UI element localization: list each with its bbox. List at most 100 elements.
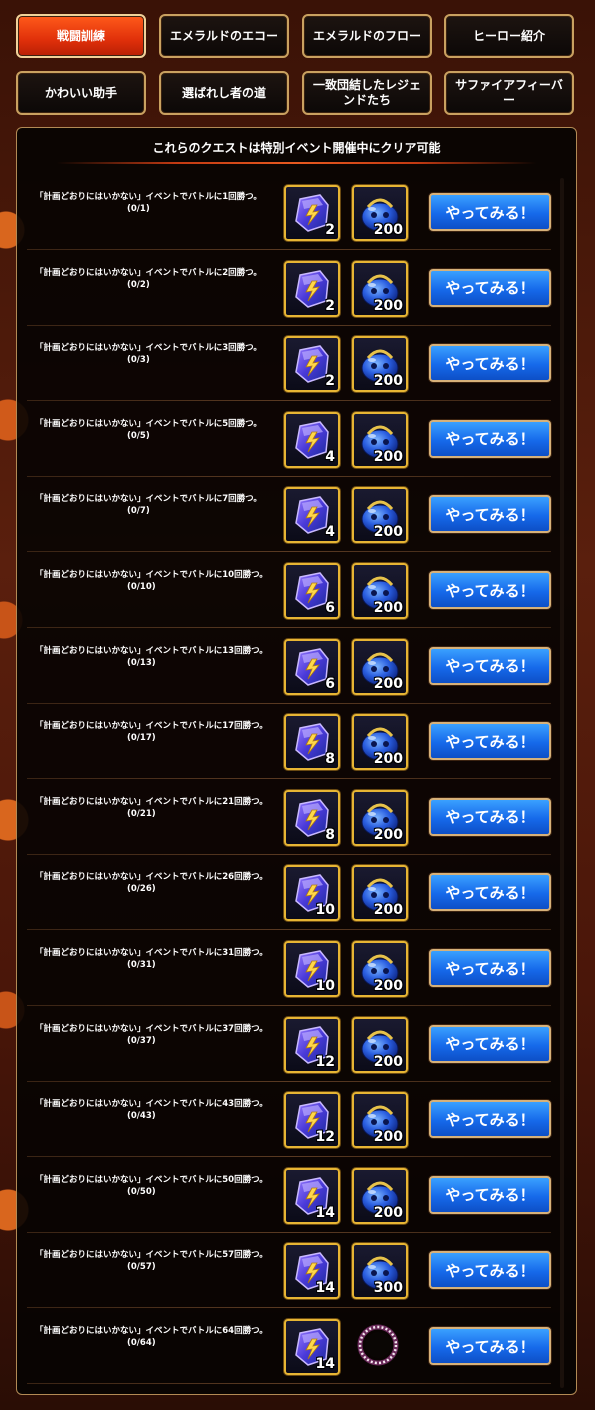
reward-slot-2[interactable]: 200 — [352, 865, 408, 922]
quest-row: 「計画どおりにはいかない」イベントでバトルに37回勝つ。 (0/37) 12 200 や… — [27, 1007, 551, 1082]
reward-quantity: 2 — [325, 222, 335, 238]
reward-slot-2[interactable]: 200 — [352, 411, 408, 468]
reward-slot-2[interactable]: 200 — [352, 487, 408, 544]
reward-quantity: 14 — [315, 1204, 335, 1221]
reward-slot-2[interactable]: 300 — [352, 1243, 408, 1300]
quest-row: 「計画どおりにはいかない」イベントでバトルに2回勝つ。 (0/2) 2 200 やってみ… — [27, 251, 551, 326]
quest-description: 「計画どおりにはいかない」イベントでバトルに2回勝つ。 (0/2) — [35, 267, 275, 291]
reward-slot-1[interactable]: 14 — [284, 1319, 340, 1375]
notice-divider — [57, 162, 536, 164]
tab-cute-assistant[interactable]: かわいい助手 — [16, 71, 146, 115]
scrollbar[interactable] — [560, 178, 564, 1388]
quest-progress: (0/17) — [127, 733, 156, 744]
reward-slot-2[interactable]: 200 — [352, 789, 408, 846]
try-it-button[interactable]: やってみる！ — [429, 571, 551, 609]
try-it-button[interactable]: やってみる！ — [429, 419, 551, 458]
quest-row: 「計画どおりにはいかない」イベントでバトルに5回勝つ。 (0/5) 4 200 やってみ… — [27, 402, 551, 477]
reward-slot-2[interactable]: 200 — [352, 563, 408, 619]
try-it-button[interactable]: やってみる！ — [429, 1251, 551, 1290]
reward-slot-1[interactable]: 8 — [284, 789, 340, 846]
quest-text: 「計画どおりにはいかない」イベントでバトルに50回勝つ。 — [35, 1174, 268, 1185]
quest-row: 「計画どおりにはいかない」イベントでバトルに50回勝つ。 (0/50) 14 200 や… — [27, 1158, 551, 1233]
tab-emerald-echo[interactable]: エメラルドのエコー — [159, 14, 289, 58]
try-it-button[interactable]: やってみる！ — [429, 1100, 551, 1139]
reward-quantity: 200 — [373, 524, 403, 541]
quest-row: 「計画どおりにはいかない」イベントでバトルに13回勝つ。 (0/13) 6 200 やっ… — [27, 629, 551, 704]
reward-slot-2[interactable]: 200 — [352, 638, 408, 695]
reward-slot-1[interactable]: 12 — [284, 1092, 340, 1149]
try-it-button[interactable]: やってみる！ — [429, 495, 551, 534]
quest-progress: (0/10) — [127, 582, 156, 592]
quest-row: 「計画どおりにはいかない」イベントでバトルに31回勝つ。 (0/31) 10 200 や… — [27, 931, 551, 1006]
try-it-button[interactable]: やってみる！ — [429, 873, 551, 912]
reward-quantity: 200 — [373, 902, 403, 919]
try-it-button[interactable]: やってみる！ — [429, 797, 551, 836]
quest-description: 「計画どおりにはいかない」イベントでバトルに5回勝つ。 (0/5) — [35, 418, 275, 442]
try-it-button[interactable]: やってみる！ — [429, 268, 551, 307]
reward-slot-1[interactable]: 6 — [284, 638, 340, 695]
quest-description: 「計画どおりにはいかない」イベントでバトルに17回勝つ。 (0/17) — [35, 720, 275, 744]
quest-description: 「計画どおりにはいかない」イベントでバトルに64回勝つ。 (0/64) — [35, 1325, 275, 1349]
try-it-button[interactable]: やってみる！ — [429, 646, 551, 685]
try-it-button[interactable]: やってみる！ — [429, 722, 551, 761]
reward-quantity: 14 — [315, 1280, 335, 1297]
quest-row: 「計画どおりにはいかない」イベントでバトルに26回勝つ。 (0/26) 10 200 や… — [27, 855, 551, 931]
reward-quantity: 6 — [325, 675, 335, 692]
reward-slot-2[interactable]: 200 — [352, 1016, 408, 1073]
reward-slot-1[interactable]: 2 — [284, 260, 340, 317]
reward-slot-1[interactable]: 2 — [284, 185, 340, 241]
quest-row: 「計画どおりにはいかない」イベントでバトルに17回勝つ。 (0/17) 8 200 やっ… — [27, 704, 551, 780]
reward-slot-1[interactable]: 8 — [284, 714, 340, 771]
quest-progress: (0/3) — [127, 355, 150, 366]
quest-progress: (0/21) — [127, 808, 156, 819]
tab-hero-intro[interactable]: ヒーロー紹介 — [444, 14, 574, 58]
event-notice: これらのクエストは特別イベント開催中にクリア可能 — [152, 141, 441, 155]
try-it-button[interactable]: やってみる！ — [429, 1327, 551, 1365]
quest-text: 「計画どおりにはいかない」イベントでバトルに13回勝つ。 — [35, 645, 268, 656]
quest-text: 「計画どおりにはいかない」イベントでバトルに43回勝つ。 — [35, 1099, 268, 1110]
reward-slot-2[interactable]: 200 — [352, 260, 408, 317]
reward-slot-2[interactable] — [352, 1319, 408, 1375]
reward-slot-1[interactable]: 10 — [284, 865, 340, 922]
try-it-button[interactable]: やってみる！ — [429, 344, 551, 383]
reward-slot-1[interactable]: 10 — [284, 941, 340, 997]
reward-quantity: 200 — [373, 1129, 403, 1146]
try-it-button[interactable]: やってみる！ — [429, 1024, 551, 1063]
reward-slot-1[interactable]: 12 — [284, 1016, 340, 1073]
quest-text: 「計画どおりにはいかない」イベントでバトルに2回勝つ。 — [35, 267, 262, 278]
reward-slot-2[interactable]: 200 — [352, 941, 408, 997]
tab-chosen-path[interactable]: 選ばれし者の道 — [159, 71, 289, 115]
reward-slot-2[interactable]: 200 — [352, 1167, 408, 1224]
tab-battle-training[interactable]: 戦闘訓練 — [16, 14, 146, 58]
reward-slot-1[interactable]: 2 — [284, 336, 340, 393]
tab-emerald-flow[interactable]: エメラルドのフロー — [302, 14, 432, 58]
reward-quantity: 200 — [373, 448, 403, 465]
reward-slot-2[interactable]: 200 — [352, 336, 408, 393]
reward-slot-1[interactable]: 14 — [284, 1243, 340, 1300]
reward-slot-2[interactable]: 200 — [352, 1092, 408, 1149]
reward-slot-1[interactable]: 14 — [284, 1167, 340, 1224]
quest-text: 「計画どおりにはいかない」イベントでバトルに7回勝つ。 — [35, 494, 262, 505]
quest-text: 「計画どおりにはいかない」イベントでバトルに1回勝つ。 — [35, 192, 262, 202]
reward-quantity: 200 — [373, 675, 403, 692]
tab-sapphire-fever[interactable]: サファイアフィーバー — [444, 71, 574, 115]
quest-progress: (0/13) — [127, 657, 156, 668]
try-it-button[interactable]: やってみる！ — [429, 1175, 551, 1214]
try-it-button[interactable]: やってみる！ — [429, 949, 551, 987]
try-it-button[interactable]: やってみる！ — [429, 193, 551, 231]
reward-slot-1[interactable]: 4 — [284, 487, 340, 544]
reward-quantity: 12 — [315, 1053, 335, 1070]
reward-slot-1[interactable]: 4 — [284, 411, 340, 468]
tab-united-legends[interactable]: 一致団結したレジェンドたち — [302, 71, 432, 115]
quest-text: 「計画どおりにはいかない」イベントでバトルに57回勝つ。 — [35, 1250, 268, 1261]
quest-progress: (0/7) — [127, 506, 150, 517]
reward-quantity: 200 — [373, 1053, 403, 1070]
reward-slot-1[interactable]: 6 — [284, 563, 340, 619]
reward-slot-2[interactable]: 200 — [352, 185, 408, 241]
reward-quantity: 200 — [373, 978, 403, 994]
quest-description: 「計画どおりにはいかない」イベントでバトルに57回勝つ。 (0/57) — [35, 1249, 275, 1273]
quest-row: 「計画どおりにはいかない」イベントでバトルに7回勝つ。 (0/7) 4 200 やってみ… — [27, 477, 551, 553]
reward-slot-2[interactable]: 200 — [352, 714, 408, 771]
quest-row: 「計画どおりにはいかない」イベントでバトルに43回勝つ。 (0/43) 12 200 や… — [27, 1082, 551, 1158]
quest-progress: (0/31) — [127, 960, 156, 970]
